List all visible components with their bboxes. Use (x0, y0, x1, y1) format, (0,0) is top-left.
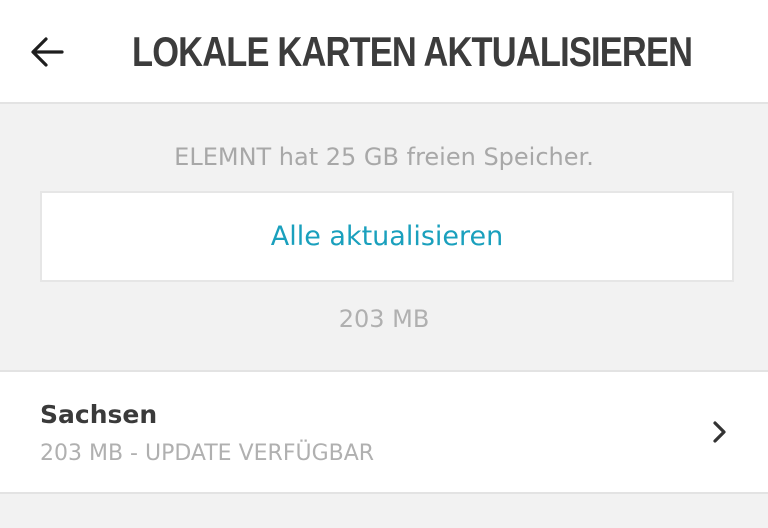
list-item-map-sachsen[interactable]: Sachsen 203 MB - UPDATE VERFÜGBAR (0, 370, 768, 494)
back-button[interactable] (28, 34, 68, 70)
app-header: LOKALE KARTEN AKTUALISIEREN (0, 0, 768, 104)
page-title: LOKALE KARTEN AKTUALISIEREN (132, 28, 693, 75)
update-all-button[interactable]: Alle aktualisieren (40, 191, 734, 282)
storage-info: ELEMNT hat 25 GB freien Speicher. (174, 143, 594, 171)
map-status: 203 MB - UPDATE VERFÜGBAR (40, 441, 375, 466)
arrow-left-icon (31, 37, 64, 67)
map-name: Sachsen (40, 400, 158, 429)
total-size-label: 203 MB (338, 305, 430, 333)
chevron-right-icon (713, 421, 726, 443)
